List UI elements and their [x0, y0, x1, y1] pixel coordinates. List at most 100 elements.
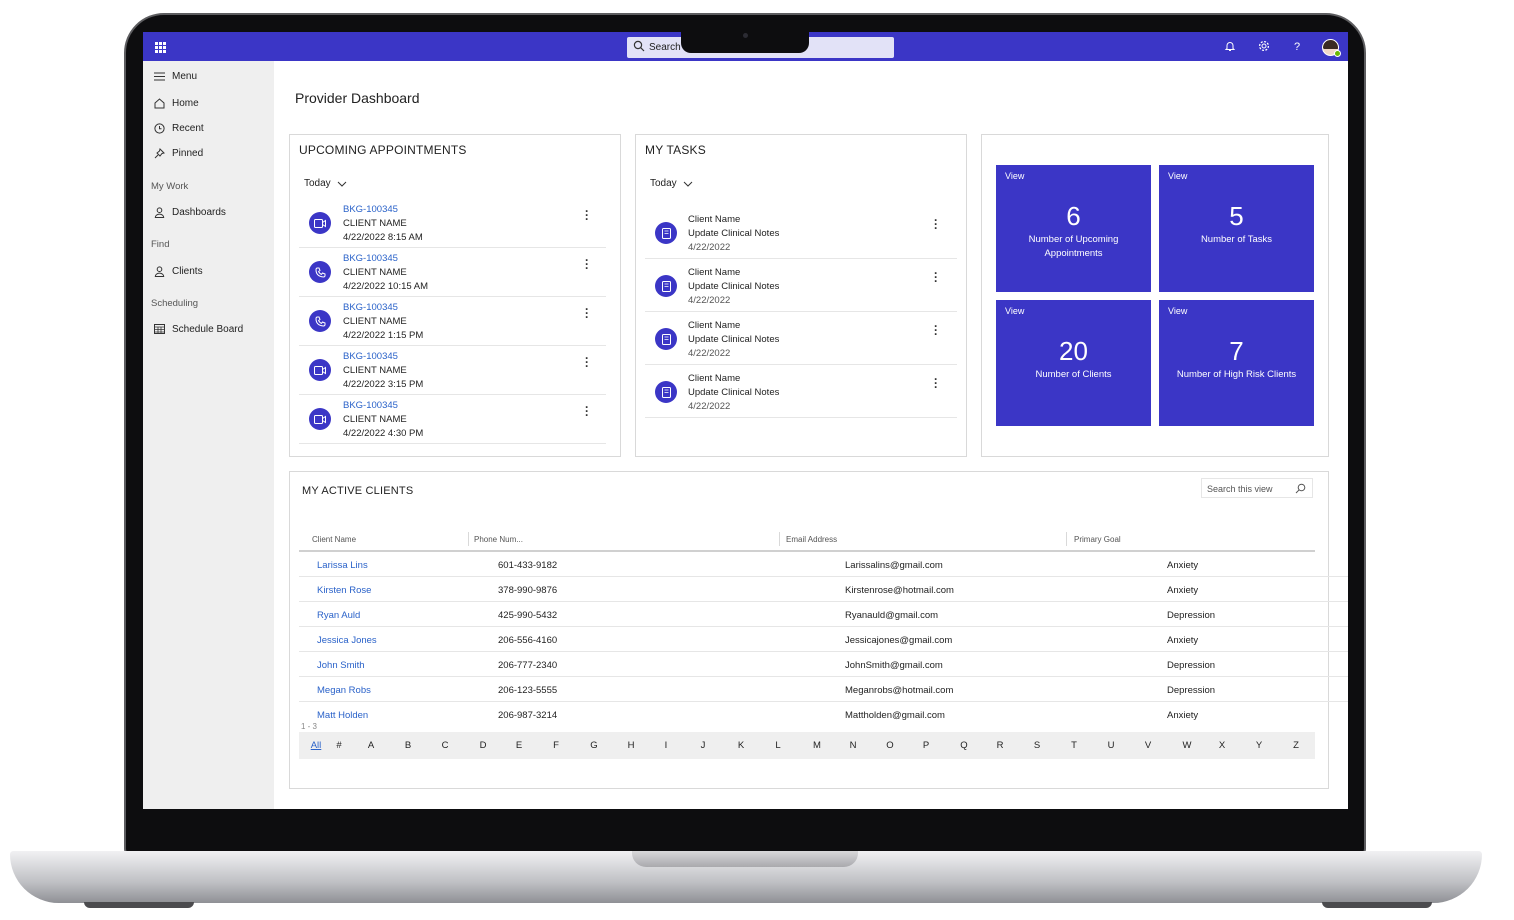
kpi-tile-clients[interactable]: View 20 Number of Clients — [996, 300, 1151, 426]
alpha-filter-l[interactable]: L — [770, 740, 786, 751]
more-options-icon[interactable]: · · · — [933, 373, 939, 393]
help-icon[interactable]: ? — [1290, 40, 1304, 54]
appointment-item[interactable]: BKG-100345 CLIENT NAME 4/22/2022 4:30 PM… — [299, 395, 606, 444]
sidebar-section-my-work: My Work — [151, 181, 189, 192]
alpha-filter-x[interactable]: X — [1214, 740, 1230, 751]
table-row[interactable]: Jessica Jones 206-556-4160 Jessicajones@… — [299, 627, 1348, 652]
alpha-filter-t[interactable]: T — [1066, 740, 1082, 751]
alpha-filter-b[interactable]: B — [400, 740, 416, 751]
alpha-filter-w[interactable]: W — [1179, 740, 1195, 751]
alpha-filter-n[interactable]: N — [845, 740, 861, 751]
phone-cell: 206-987-3214 — [498, 710, 558, 721]
alpha-filter-g[interactable]: G — [586, 740, 602, 751]
appointment-item[interactable]: BKG-100345 CLIENT NAME 4/22/2022 10:15 A… — [299, 248, 606, 297]
more-options-icon[interactable]: · · · — [933, 320, 939, 340]
alpha-filter-e[interactable]: E — [511, 740, 527, 751]
task-item[interactable]: Client Name Update Clinical Notes 4/22/2… — [645, 312, 957, 365]
sidebar-item-home[interactable]: Home — [143, 92, 274, 114]
more-options-icon[interactable]: · · · — [584, 352, 590, 372]
client-name-link[interactable]: Larissa Lins — [317, 560, 368, 571]
date-filter-dropdown[interactable]: Today — [650, 178, 693, 189]
sidebar-item-label: Menu — [172, 70, 198, 82]
client-name-link[interactable]: Kirsten Rose — [317, 585, 371, 596]
sidebar-item-dashboards[interactable]: Dashboards — [143, 201, 274, 223]
more-options-icon[interactable]: · · · — [933, 267, 939, 287]
more-options-icon[interactable]: · · · — [584, 254, 590, 274]
table-row[interactable]: Kirsten Rose 378-990-9876 Kirstenrose@ho… — [299, 577, 1348, 602]
appointment-item[interactable]: BKG-100345 CLIENT NAME 4/22/2022 8:15 AM… — [299, 199, 606, 248]
alpha-filter-hash[interactable]: # — [331, 740, 347, 751]
client-name-link[interactable]: Jessica Jones — [317, 635, 377, 646]
chevron-down-icon — [337, 181, 347, 187]
alpha-filter-y[interactable]: Y — [1251, 740, 1267, 751]
kpi-tile-high-risk[interactable]: View 7 Number of High Risk Clients — [1159, 300, 1314, 426]
table-row[interactable]: John Smith 206-777-2340 JohnSmith@gmail.… — [299, 652, 1348, 677]
client-name-link[interactable]: Matt Holden — [317, 710, 368, 721]
booking-id-link[interactable]: BKG-100345 — [343, 400, 398, 411]
phone-cell: 425-990-5432 — [498, 610, 558, 621]
alpha-filter-k[interactable]: K — [733, 740, 749, 751]
column-header-phone[interactable]: Phone Num... — [474, 535, 523, 544]
column-header-email[interactable]: Email Address — [786, 535, 837, 544]
gear-icon[interactable] — [1257, 40, 1271, 54]
more-options-icon[interactable]: · · · — [584, 303, 590, 323]
column-header-client-name[interactable]: Client Name — [312, 535, 356, 544]
alpha-filter-all[interactable]: All — [308, 740, 324, 751]
alpha-filter-c[interactable]: C — [437, 740, 453, 751]
search-view-input[interactable]: Search this view — [1201, 478, 1313, 498]
alpha-filter-u[interactable]: U — [1103, 740, 1119, 751]
view-link[interactable]: View — [1005, 306, 1024, 316]
alpha-filter-z[interactable]: Z — [1288, 740, 1304, 751]
alpha-filter-v[interactable]: V — [1140, 740, 1156, 751]
view-link[interactable]: View — [1168, 306, 1187, 316]
table-row[interactable]: Megan Robs 206-123-5555 Meganrobs@hotmai… — [299, 677, 1348, 702]
sidebar-item-clients[interactable]: Clients — [143, 260, 274, 282]
sidebar-item-schedule-board[interactable]: Schedule Board — [143, 318, 274, 340]
more-options-icon[interactable]: · · · — [584, 401, 590, 421]
sidebar-item-recent[interactable]: Recent — [143, 117, 274, 139]
sidebar-item-label: Home — [172, 97, 199, 109]
client-name: CLIENT NAME — [343, 414, 407, 425]
bell-icon[interactable] — [1223, 40, 1237, 54]
task-item[interactable]: Client Name Update Clinical Notes 4/22/2… — [645, 206, 957, 259]
table-row[interactable]: Matt Holden 206-987-3214 Mattholden@gmai… — [299, 702, 1348, 727]
alpha-filter-r[interactable]: R — [992, 740, 1008, 751]
appointment-item[interactable]: BKG-100345 CLIENT NAME 4/22/2022 1:15 PM… — [299, 297, 606, 346]
task-item[interactable]: Client Name Update Clinical Notes 4/22/2… — [645, 365, 957, 418]
alpha-filter-p[interactable]: P — [918, 740, 934, 751]
sidebar-item-pinned[interactable]: Pinned — [143, 142, 274, 164]
kpi-tile-appointments[interactable]: View 6 Number of Upcoming Appointments — [996, 165, 1151, 292]
view-link[interactable]: View — [1005, 171, 1024, 181]
alpha-filter-h[interactable]: H — [623, 740, 639, 751]
alpha-filter-a[interactable]: A — [363, 740, 379, 751]
client-name-link[interactable]: John Smith — [317, 660, 365, 671]
booking-id-link[interactable]: BKG-100345 — [343, 351, 398, 362]
alpha-filter-s[interactable]: S — [1029, 740, 1045, 751]
view-link[interactable]: View — [1168, 171, 1187, 181]
booking-id-link[interactable]: BKG-100345 — [343, 302, 398, 313]
alpha-filter-m[interactable]: M — [809, 740, 825, 751]
booking-id-link[interactable]: BKG-100345 — [343, 204, 398, 215]
alpha-filter-f[interactable]: F — [548, 740, 564, 751]
more-options-icon[interactable]: · · · — [933, 214, 939, 234]
more-options-icon[interactable]: · · · — [584, 205, 590, 225]
alpha-filter-j[interactable]: J — [695, 740, 711, 751]
alpha-filter-i[interactable]: I — [658, 740, 674, 751]
alpha-filter-o[interactable]: O — [882, 740, 898, 751]
table-row[interactable]: Ryan Auld 425-990-5432 Ryanauld@gmail.co… — [299, 602, 1348, 627]
appointment-item[interactable]: BKG-100345 CLIENT NAME 4/22/2022 3:15 PM… — [299, 346, 606, 395]
kpi-tile-tasks[interactable]: View 5 Number of Tasks — [1159, 165, 1314, 292]
laptop-hinge-notch — [632, 851, 858, 867]
kpi-number: 20 — [1059, 336, 1088, 366]
sidebar-item-menu[interactable]: Menu — [143, 65, 274, 87]
table-row[interactable]: Larissa Lins 601-433-9182 Larissalins@gm… — [299, 552, 1348, 577]
alpha-filter-d[interactable]: D — [475, 740, 491, 751]
column-header-primary-goal[interactable]: Primary Goal — [1074, 535, 1121, 544]
date-filter-dropdown[interactable]: Today — [304, 178, 347, 189]
client-name-link[interactable]: Ryan Auld — [317, 610, 360, 621]
task-item[interactable]: Client Name Update Clinical Notes 4/22/2… — [645, 259, 957, 312]
client-name-link[interactable]: Megan Robs — [317, 685, 371, 696]
alpha-filter-q[interactable]: Q — [956, 740, 972, 751]
booking-id-link[interactable]: BKG-100345 — [343, 253, 398, 264]
waffle-icon[interactable] — [155, 42, 166, 53]
